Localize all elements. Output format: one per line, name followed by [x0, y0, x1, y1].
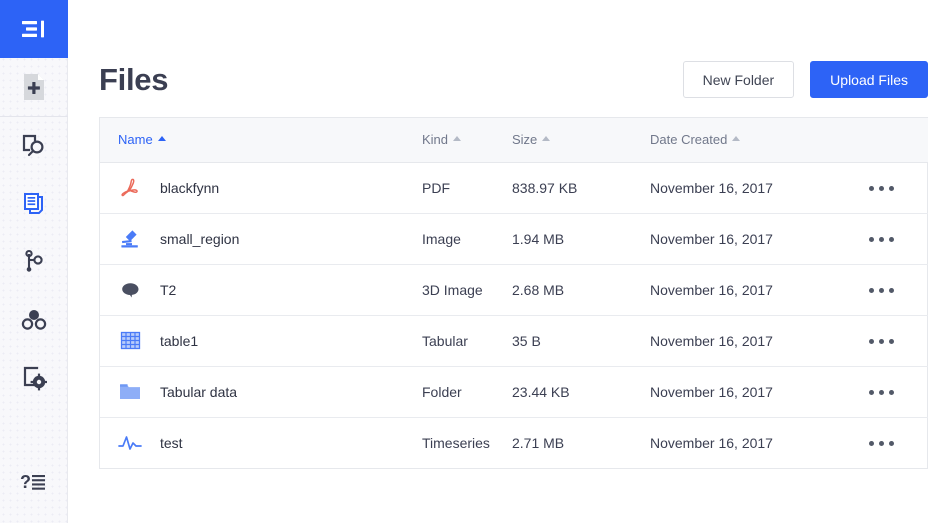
- cell-kind: PDF: [422, 162, 512, 214]
- sidebar-item-models[interactable]: [0, 291, 68, 349]
- new-file-plus-icon: [23, 74, 44, 100]
- cell-size: 1.94 MB: [512, 213, 650, 265]
- question-list-icon: ?: [20, 472, 45, 492]
- row-actions-menu-icon[interactable]: [865, 333, 898, 350]
- svg-text:?: ?: [20, 472, 31, 492]
- panel-menu-icon: [21, 20, 44, 38]
- row-actions-menu-icon[interactable]: [865, 282, 898, 299]
- upload-files-button[interactable]: Upload Files: [810, 61, 928, 98]
- page-title: Files: [99, 62, 169, 97]
- cell-date-created: November 16, 2017: [650, 264, 865, 316]
- cell-name: small_region: [100, 213, 422, 265]
- table-grid-icon: [118, 329, 142, 353]
- frame-gear-icon: [23, 366, 47, 391]
- cell-kind: Folder: [422, 366, 512, 418]
- cell-size: 35 B: [512, 315, 650, 367]
- pdf-file-icon: [118, 176, 142, 200]
- column-header-name-label: Name: [118, 132, 153, 148]
- microscope-icon: [118, 227, 142, 251]
- cell-actions: [865, 315, 928, 367]
- column-header-name[interactable]: Name: [100, 118, 422, 163]
- table-row[interactable]: small_region Image 1.94 MB November 16, …: [100, 213, 928, 265]
- files-table-header: Name Kind Size Date Created: [100, 118, 928, 163]
- folder-icon: [118, 380, 142, 404]
- table-row[interactable]: blackfynn PDF 838.97 KB November 16, 201…: [100, 162, 928, 214]
- cell-size: 2.71 MB: [512, 434, 565, 451]
- cell-date-created: November 16, 2017: [650, 162, 865, 214]
- sort-ascending-icon: [453, 136, 462, 142]
- column-header-size[interactable]: Size: [512, 118, 650, 163]
- cell-actions: [865, 213, 928, 265]
- cell-name: Tabular data: [100, 366, 422, 418]
- file-name-link[interactable]: table1: [160, 333, 198, 349]
- column-header-actions: [865, 118, 928, 163]
- search-panel-icon: [22, 134, 44, 157]
- cell-date-created: November 16, 2017: [650, 366, 865, 418]
- sidebar-item-discover[interactable]: [0, 117, 68, 175]
- main-content: Files New Folder Upload Files Name Kind …: [68, 0, 937, 523]
- row-actions-menu-icon[interactable]: [865, 384, 898, 401]
- row-actions-menu-icon[interactable]: [865, 180, 898, 197]
- sidebar-item-new-file[interactable]: [0, 58, 68, 116]
- cell-name: blackfynn: [100, 162, 422, 214]
- files-table: Name Kind Size Date Created blackfynn PD…: [100, 118, 928, 468]
- column-header-kind-label: Kind: [422, 132, 449, 148]
- sidebar: ?: [0, 0, 68, 523]
- file-name-link[interactable]: Tabular data: [160, 384, 237, 400]
- cell-size: 23.44 KB: [512, 366, 650, 418]
- row-actions-menu-icon[interactable]: [865, 435, 898, 452]
- column-header-kind[interactable]: Kind: [422, 118, 512, 163]
- cell-date-created: November 16, 2017: [650, 434, 773, 451]
- sidebar-item-overview[interactable]: [0, 0, 68, 58]
- file-name-link[interactable]: small_region: [160, 231, 239, 247]
- cell-name: T2: [100, 264, 422, 316]
- file-name-link[interactable]: T2: [160, 282, 176, 298]
- column-header-date-created[interactable]: Date Created: [650, 118, 865, 163]
- page-header: Files New Folder Upload Files: [99, 0, 937, 110]
- cell-kind: Tabular: [422, 315, 512, 367]
- table-header-row: Name Kind Size Date Created: [100, 118, 928, 163]
- sidebar-item-graph[interactable]: [0, 233, 68, 291]
- file-name-link[interactable]: blackfynn: [160, 180, 219, 196]
- sort-ascending-icon: [732, 136, 741, 142]
- cell-actions: [865, 417, 928, 468]
- cell-date-created: November 16, 2017: [650, 315, 865, 367]
- sort-ascending-icon: [157, 136, 166, 142]
- header-actions: New Folder Upload Files: [682, 61, 928, 98]
- column-header-size-label: Size: [512, 132, 538, 148]
- cell-name: table1: [100, 315, 422, 367]
- table-row[interactable]: test Timeseries 2.71 MB November 16, 201…: [100, 417, 928, 468]
- column-header-date-created-label: Date Created: [650, 132, 728, 148]
- sort-ascending-icon: [542, 136, 551, 142]
- table-row[interactable]: table1 Tabular 35 B November 16, 2017: [100, 315, 928, 367]
- sidebar-item-settings[interactable]: [0, 349, 68, 407]
- cell-actions: [865, 264, 928, 316]
- file-name-link[interactable]: test: [160, 435, 183, 451]
- cell-actions: [865, 366, 928, 418]
- documents-stack-icon: [23, 193, 43, 214]
- row-actions-menu-icon[interactable]: [865, 231, 898, 248]
- brain-icon: [118, 278, 142, 302]
- table-row[interactable]: T2 3D Image 2.68 MB November 16, 2017: [100, 264, 928, 316]
- table-row[interactable]: Tabular data Folder 23.44 KB November 16…: [100, 366, 928, 418]
- files-table-body: blackfynn PDF 838.97 KB November 16, 201…: [100, 162, 928, 468]
- files-table-container: Name Kind Size Date Created blackfynn PD…: [99, 117, 928, 469]
- timeseries-wave-icon: [118, 431, 142, 455]
- files-page: ? Files New Folder Upload Files Name Kin…: [0, 0, 937, 523]
- cell-name: test: [100, 417, 422, 468]
- new-folder-button[interactable]: New Folder: [682, 61, 795, 98]
- cell-size: 838.97 KB: [512, 162, 650, 214]
- cell-size: 2.68 MB: [512, 264, 650, 316]
- cell-kind: Timeseries: [422, 434, 490, 451]
- sidebar-item-help[interactable]: ?: [0, 453, 68, 511]
- cell-actions: [865, 162, 928, 214]
- cell-date-created: November 16, 2017: [650, 213, 865, 265]
- three-circles-icon: [21, 310, 46, 330]
- cell-kind: 3D Image: [422, 264, 512, 316]
- graph-nodes-icon: [24, 249, 43, 272]
- sidebar-item-files[interactable]: [0, 175, 68, 233]
- cell-kind: Image: [422, 213, 512, 265]
